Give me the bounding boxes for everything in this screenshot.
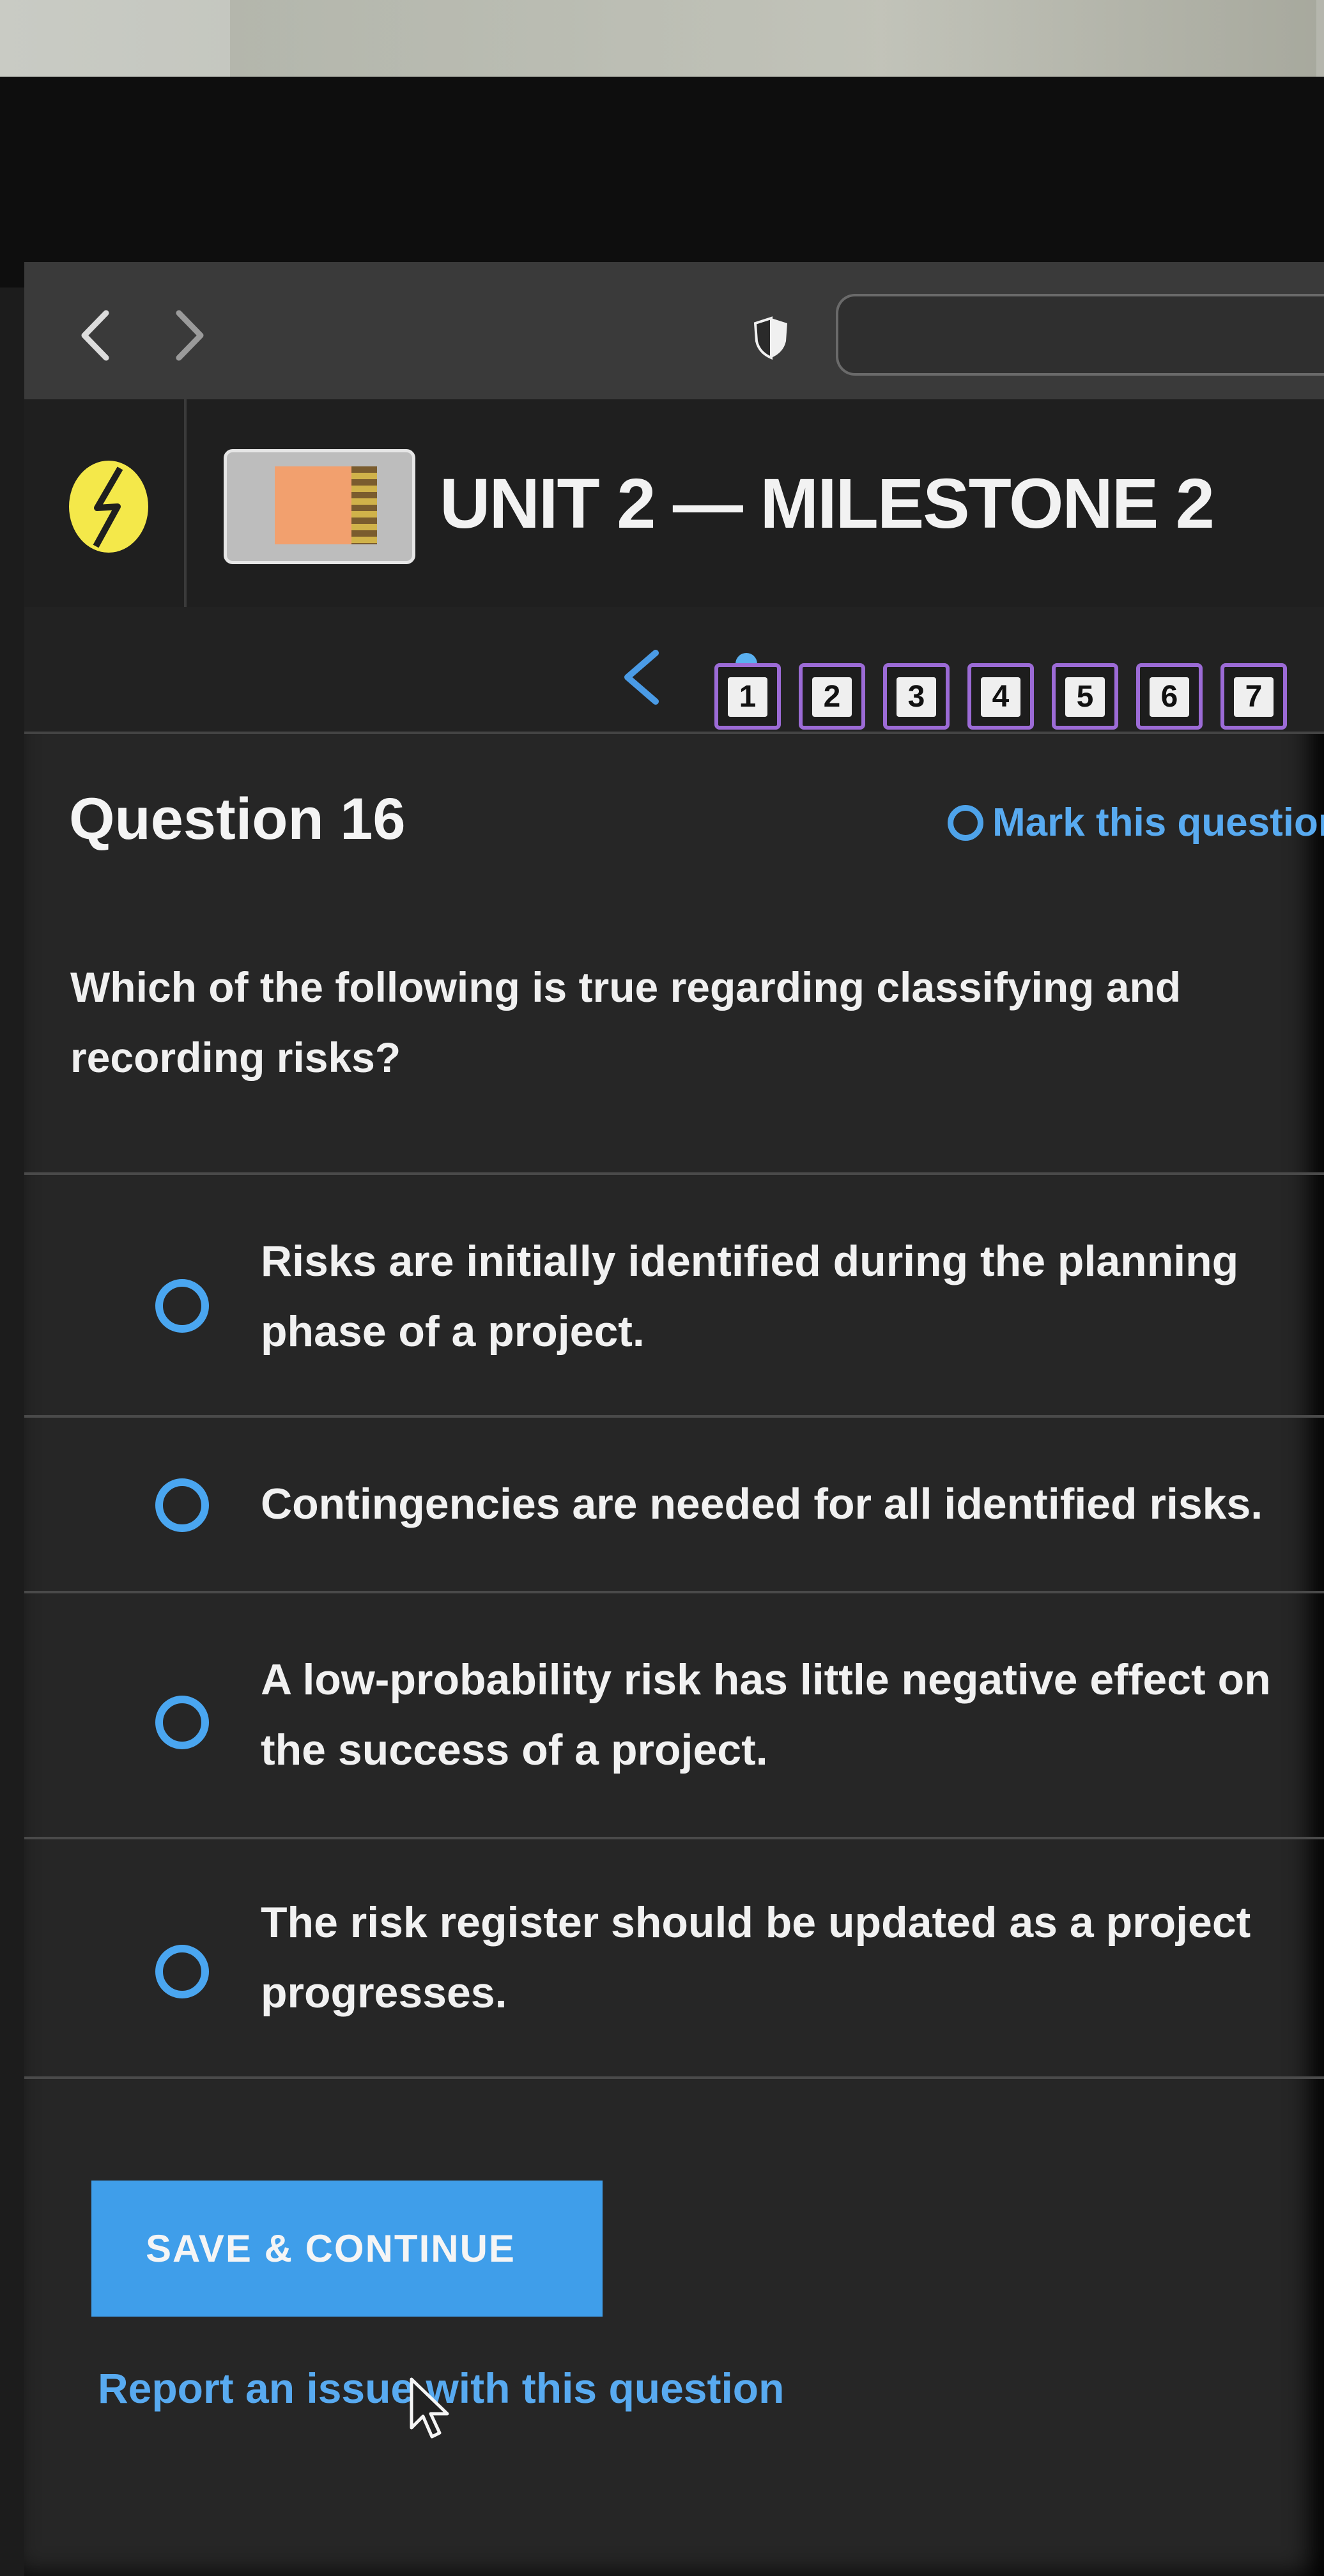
divider — [24, 2076, 1324, 2079]
choice-label: The risk register should be updated as a… — [261, 1898, 1251, 2017]
nav-number: 1 — [728, 677, 767, 717]
back-button[interactable] — [75, 307, 114, 379]
nav-item-7[interactable]: 7 — [1220, 663, 1287, 730]
nav-item-3[interactable]: 3 — [883, 663, 950, 730]
page-title: UNIT 2 — MILESTONE 2 — [440, 464, 1215, 543]
nav-item-4[interactable]: 4 — [967, 663, 1034, 730]
mouse-pointer-icon — [410, 2377, 449, 2439]
radio-button[interactable] — [155, 1945, 209, 1998]
chevron-right-icon — [176, 310, 204, 361]
answer-choice[interactable]: Risks are initially identified during th… — [24, 1172, 1324, 1418]
forward-button[interactable] — [171, 307, 210, 379]
chevron-left-icon — [624, 650, 659, 705]
question-navigator: 1 2 3 4 5 6 7 — [24, 607, 1324, 734]
choice-label: A low-probability risk has little negati… — [261, 1655, 1271, 1774]
nav-item-6[interactable]: 6 — [1136, 663, 1203, 730]
answer-choice[interactable]: Contingencies are needed for all identif… — [24, 1415, 1324, 1593]
logo-icon[interactable] — [64, 456, 153, 558]
thumbnail-strip — [351, 466, 377, 544]
logo-column — [24, 399, 187, 607]
background-shade — [230, 0, 1316, 89]
answer-choice[interactable]: A low-probability risk has little negati… — [24, 1591, 1324, 1839]
question-prompt: Which of the following is true regarding… — [70, 963, 1182, 1081]
choice-label: Risks are initially identified during th… — [261, 1237, 1239, 1356]
chevron-left-icon — [81, 310, 109, 361]
nav-number: 6 — [1150, 677, 1189, 717]
mark-question-toggle[interactable]: Mark this question — [948, 800, 1324, 845]
nav-number: 5 — [1065, 677, 1105, 717]
mark-circle-icon — [948, 804, 983, 841]
nav-number: 2 — [812, 677, 852, 717]
answer-choice[interactable]: The risk register should be updated as a… — [24, 1837, 1324, 2079]
choice-label: Contingencies are needed for all identif… — [261, 1480, 1263, 1528]
nav-number: 3 — [897, 677, 936, 717]
radio-button[interactable] — [155, 1696, 209, 1749]
monitor-bezel — [0, 77, 1324, 288]
nav-number: 4 — [981, 677, 1020, 717]
nav-prev-button[interactable] — [619, 645, 663, 711]
browser-screen: UNIT 2 — MILESTONE 2 1 2 3 4 5 6 7 Quest… — [24, 262, 1324, 2576]
save-continue-button[interactable]: SAVE & CONTINUE — [91, 2181, 603, 2317]
nav-item-1[interactable]: 1 — [714, 663, 781, 730]
browser-toolbar — [24, 262, 1324, 399]
nav-item-5[interactable]: 5 — [1052, 663, 1118, 730]
course-thumbnail — [224, 449, 415, 564]
shield-icon[interactable] — [751, 316, 791, 360]
mark-question-label: Mark this question — [992, 801, 1324, 845]
radio-button[interactable] — [155, 1478, 209, 1532]
nav-item-2[interactable]: 2 — [799, 663, 865, 730]
radio-button[interactable] — [155, 1279, 209, 1333]
question-title: Question 16 — [69, 786, 406, 852]
course-header: UNIT 2 — MILESTONE 2 — [24, 399, 1324, 610]
nav-number: 7 — [1234, 677, 1274, 717]
address-bar[interactable] — [836, 294, 1324, 376]
